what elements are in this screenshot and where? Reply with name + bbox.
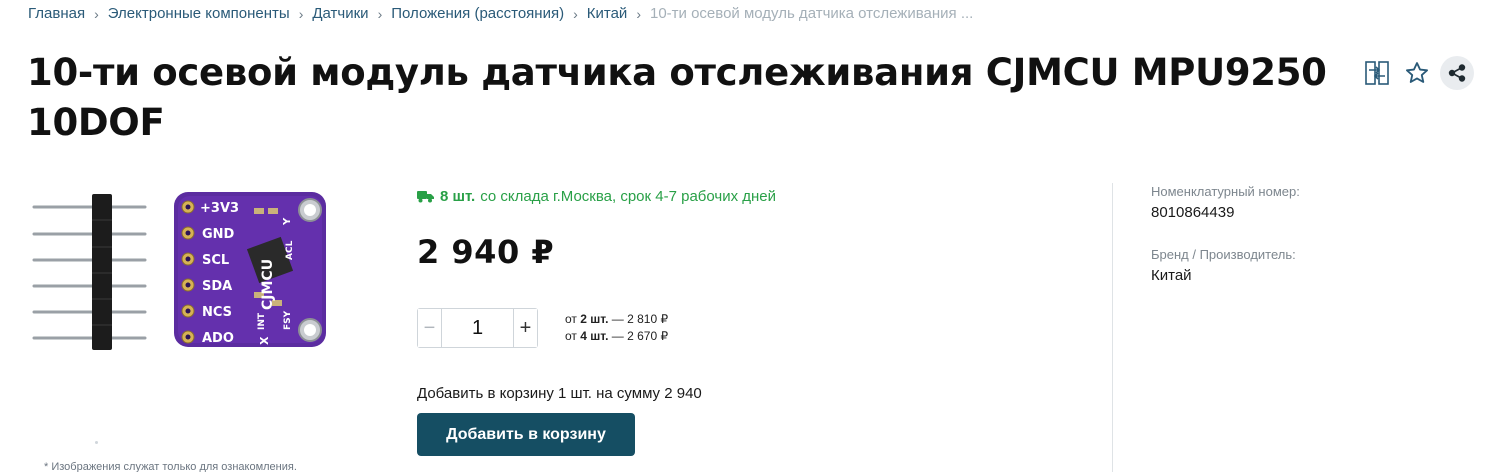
pcb-board: +3V3 GND SCL SDA NCS ADO CJMCU Y ACL INT… xyxy=(174,192,326,347)
tier-prefix: от xyxy=(565,312,577,326)
breadcrumb-china[interactable]: Китай xyxy=(587,5,628,22)
brand-value[interactable]: Китай xyxy=(1151,267,1192,284)
pin-label: SCL xyxy=(202,253,229,268)
pin-label: SDA xyxy=(202,279,232,294)
image-disclaimer: * Изображения служат только для ознакомл… xyxy=(44,461,297,472)
product-price: 2 940 ₽ xyxy=(417,233,555,271)
breadcrumb-separator: › xyxy=(94,5,99,22)
board-axis-label: ACL xyxy=(285,240,295,260)
breadcrumb-separator: › xyxy=(298,5,304,22)
sku-label: Номенклатурный номер: xyxy=(1151,184,1300,199)
pin-label: GND xyxy=(202,227,235,242)
sku-value: 8010864439 xyxy=(1151,204,1235,221)
favorite-button[interactable] xyxy=(1400,56,1434,90)
breadcrumb-home[interactable]: Главная xyxy=(28,5,85,22)
quantity-input[interactable] xyxy=(442,309,513,347)
board-axis-label: INT xyxy=(257,312,267,330)
brand-label: Бренд / Производитель: xyxy=(1151,247,1296,262)
pin-label: ADO xyxy=(202,331,234,346)
cart-summary: Добавить в корзину 1 шт. на сумму 2 940 xyxy=(417,385,702,402)
quantity-increase-button[interactable]: + xyxy=(513,309,537,347)
breadcrumb-position[interactable]: Положения (расстояния) xyxy=(391,5,564,22)
board-axis-label: Y xyxy=(282,217,293,226)
stock-count: 8 шт. xyxy=(440,188,476,205)
breadcrumb-separator: › xyxy=(377,5,383,22)
gallery-dot[interactable] xyxy=(95,441,98,444)
tier-prefix: от xyxy=(565,329,577,343)
quantity-decrease-button[interactable]: − xyxy=(418,309,442,347)
share-icon xyxy=(1448,64,1466,82)
sensor-board-illustration: +3V3 GND SCL SDA NCS ADO CJMCU Y ACL INT… xyxy=(32,192,326,350)
quantity-stepper: − + xyxy=(417,308,538,348)
pin-header xyxy=(32,194,147,350)
compare-icon xyxy=(1365,61,1389,85)
title-actions xyxy=(1360,56,1474,90)
board-axis-label: FSY xyxy=(283,310,293,330)
breadcrumb: Главная › Электронные компоненты › Датчи… xyxy=(28,5,973,22)
truck-icon xyxy=(417,191,434,203)
tier-price: — 2 810 ₽ xyxy=(611,312,669,326)
compare-button[interactable] xyxy=(1360,56,1394,90)
pin-label: +3V3 xyxy=(200,201,239,216)
page-title: 10-ти осевой модуль датчика отслеживания… xyxy=(27,51,1327,144)
board-brand-label: CJMCU xyxy=(260,259,276,310)
stock-text: со склада г.Москва, срок 4-7 рабочих дне… xyxy=(480,188,777,205)
breadcrumb-current: 10-ти осевой модуль датчика отслеживания… xyxy=(649,5,974,22)
breadcrumb-separator: › xyxy=(636,5,641,22)
breadcrumb-separator: › xyxy=(573,5,578,22)
board-axis-label: X xyxy=(258,336,271,345)
add-to-cart-button[interactable]: Добавить в корзину xyxy=(417,413,635,456)
price-tier: от 4 шт. — 2 670 ₽ xyxy=(565,328,668,345)
breadcrumb-electronics[interactable]: Электронные компоненты xyxy=(108,5,290,22)
tier-quantity: 4 шт. xyxy=(580,329,609,343)
breadcrumb-sensors[interactable]: Датчики xyxy=(312,5,368,22)
price-tier: от 2 шт. — 2 810 ₽ xyxy=(565,311,668,328)
pin-label: NCS xyxy=(202,305,232,320)
product-image[interactable]: +3V3 GND SCL SDA NCS ADO CJMCU Y ACL INT… xyxy=(28,180,333,360)
tier-price: — 2 670 ₽ xyxy=(611,329,669,343)
tier-quantity: 2 шт. xyxy=(580,312,609,326)
share-button[interactable] xyxy=(1440,56,1474,90)
star-icon xyxy=(1406,62,1428,83)
price-tiers: от 2 шт. — 2 810 ₽ от 4 шт. — 2 670 ₽ xyxy=(565,311,668,345)
stock-status: 8 шт. со склада г.Москва, срок 4-7 рабоч… xyxy=(417,188,776,205)
column-divider xyxy=(1112,183,1113,472)
